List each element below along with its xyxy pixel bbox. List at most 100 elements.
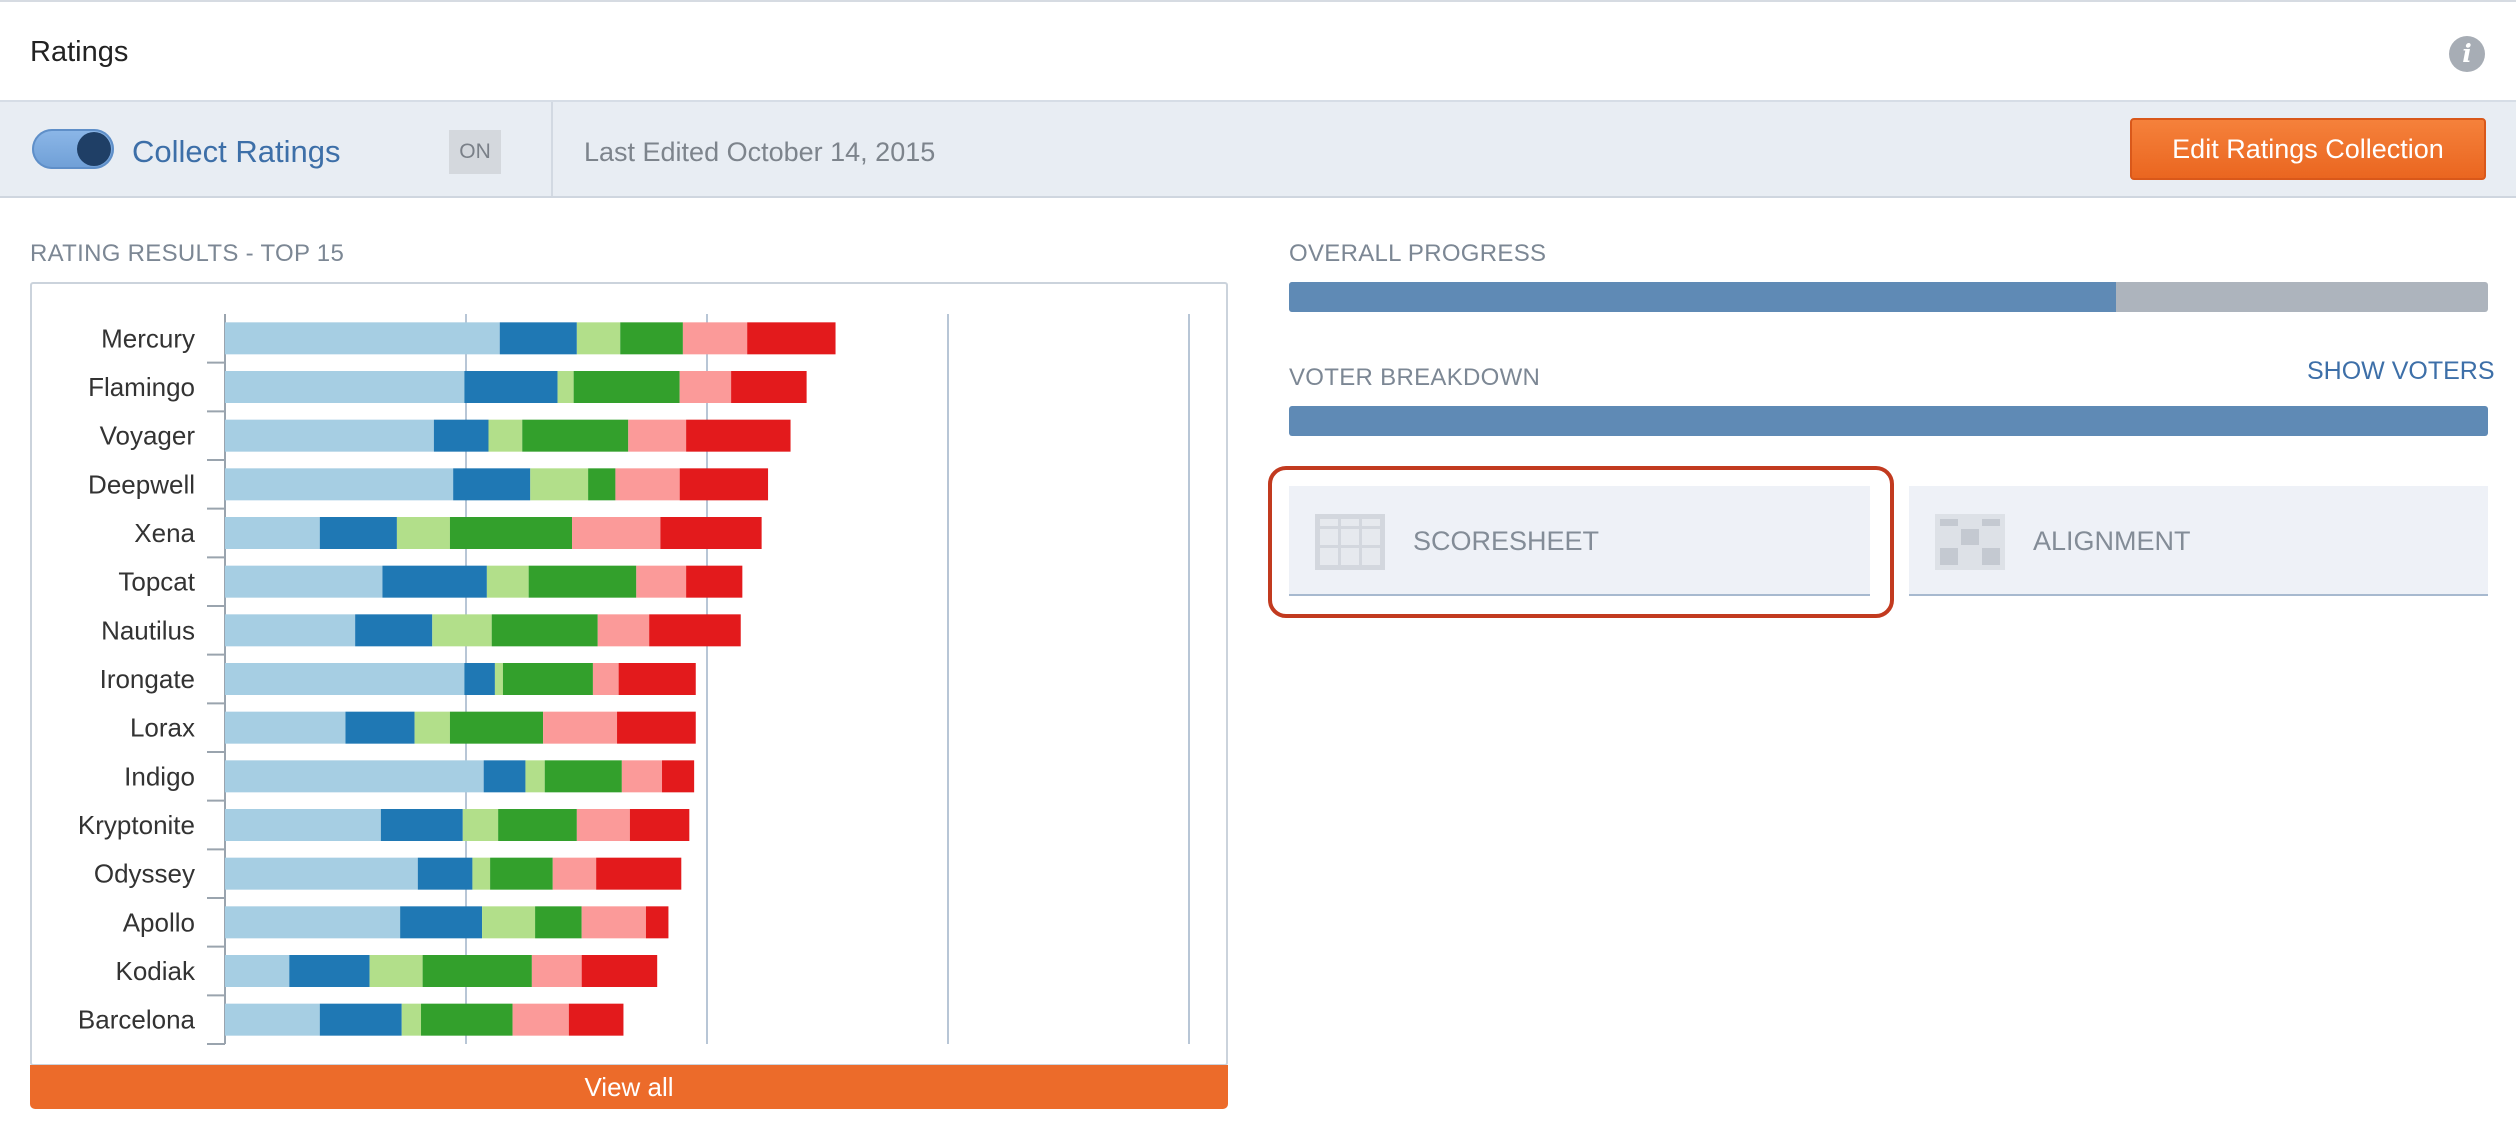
scoresheet-tile[interactable]: SCORESHEET (1289, 486, 1870, 596)
bar-segment (629, 809, 690, 841)
bar-segment (464, 371, 558, 403)
bar-segment (636, 565, 687, 598)
bar-segment (531, 955, 582, 987)
bar-segment (498, 809, 577, 841)
bar-segment (679, 371, 732, 403)
bar-segment (225, 614, 356, 647)
bar-segment (581, 906, 646, 939)
bar-segment (576, 322, 621, 355)
voter-breakdown-label: VOTER BREAKDOWN (1289, 364, 1541, 391)
category-label: Kodiak (116, 956, 196, 986)
bar-segment (581, 955, 658, 987)
toolbar-divider (551, 102, 553, 196)
bar-segment (449, 517, 573, 549)
toggle-knob (77, 132, 111, 166)
bar-segment (731, 371, 807, 403)
bar-segment (525, 760, 545, 793)
bar-segment (682, 322, 748, 355)
view-all-button[interactable]: View all (30, 1065, 1228, 1109)
bar-segment (576, 809, 630, 841)
bar-segment (557, 371, 574, 403)
bar-segment (432, 614, 492, 647)
bar-segment (483, 760, 526, 793)
alignment-tile[interactable]: ALIGNMENT (1909, 486, 2488, 596)
bar-segment (225, 955, 290, 987)
bar-segment (543, 711, 618, 744)
bar-segment (535, 906, 582, 939)
scoresheet-grid-icon (1315, 514, 1385, 570)
alignment-grid-icon (1935, 514, 2005, 570)
category-label: Barcelona (78, 1005, 196, 1035)
category-label: Mercury (101, 323, 195, 353)
bar-segment (225, 419, 434, 452)
bar-segment (472, 857, 491, 890)
bar-segment (225, 809, 381, 841)
bar-segment (588, 468, 616, 501)
rating-results-chart: Mercury Flamingo Voyager Deepwell Xena Topcat… (30, 282, 1228, 1066)
category-label: Lorax (130, 713, 195, 743)
bar-segment (414, 711, 450, 744)
bar-segment (620, 322, 683, 355)
bar-segment (552, 857, 597, 890)
bar-segment (289, 955, 370, 987)
bar-segment (522, 419, 629, 452)
ratings-toolbar: Collect Ratings ON Last Edited October 1… (0, 102, 2516, 198)
bar-segment (615, 468, 680, 501)
scoresheet-label: SCORESHEET (1413, 526, 1600, 556)
bar-segment (645, 906, 669, 939)
bar-segment (592, 663, 619, 695)
bar-segment (573, 371, 680, 403)
collect-ratings-toggle[interactable] (32, 129, 114, 169)
bar-segment (530, 468, 589, 501)
show-voters-link[interactable]: SHOW VOTERS (2307, 357, 2495, 386)
bar-segment (628, 419, 687, 452)
toggle-state-badge: ON (449, 130, 501, 174)
bar-segment (464, 663, 495, 695)
bar-segment (491, 614, 598, 647)
bar-segment (421, 1003, 513, 1036)
page-title: Ratings (30, 36, 129, 68)
bar-segment (225, 906, 401, 939)
bar-segment (433, 419, 489, 452)
bar-segment (502, 663, 593, 695)
bar-segment (319, 1003, 402, 1036)
bar-segment (225, 517, 320, 549)
bar-segment (486, 565, 529, 598)
category-label: Odyssey (94, 859, 195, 889)
category-label: Indigo (124, 761, 195, 791)
bar-segment (225, 468, 454, 501)
bar-segment (499, 322, 577, 355)
category-label: Flamingo (88, 372, 195, 402)
bar-segment (649, 614, 741, 647)
bar-segment (512, 1003, 569, 1036)
bar-segment (396, 517, 450, 549)
category-label: Kryptonite (78, 810, 195, 840)
toggle-label: Collect Ratings (132, 134, 341, 169)
rating-results-label: RATING RESULTS - TOP 15 (30, 240, 345, 267)
bar-segment (597, 614, 650, 647)
overall-progress-label: OVERALL PROGRESS (1289, 240, 1547, 267)
bar-segment (422, 955, 532, 987)
bar-segment (380, 809, 463, 841)
bar-segment (319, 517, 397, 549)
bar-segment (225, 1003, 320, 1036)
bar-segment (400, 906, 483, 939)
alignment-label: ALIGNMENT (2033, 526, 2191, 556)
bar-segment (225, 711, 346, 744)
bar-segment (225, 857, 418, 890)
category-label: Irongate (100, 664, 195, 694)
last-edited-text: Last Edited October 14, 2015 (584, 137, 936, 167)
bar-segment (660, 517, 762, 549)
bar-segment (225, 760, 484, 793)
bar-segment (488, 419, 523, 452)
category-label: Voyager (100, 421, 196, 451)
info-icon[interactable]: i (2449, 36, 2485, 72)
bar-segment (572, 517, 661, 549)
category-label: Nautilus (101, 615, 195, 645)
bar-segment (369, 955, 423, 987)
category-label: Topcat (118, 567, 195, 597)
bar-segment (490, 857, 553, 890)
edit-ratings-collection-button[interactable]: Edit Ratings Collection (2130, 118, 2486, 180)
bar-segment (225, 565, 383, 598)
overall-progress-bar (1289, 282, 2488, 312)
